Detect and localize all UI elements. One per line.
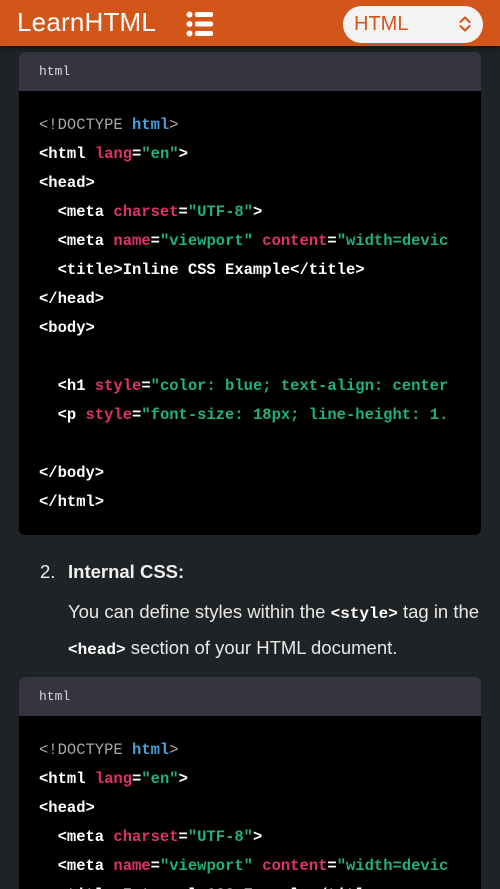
code-token: <meta — [39, 857, 114, 875]
code-token: = — [150, 232, 160, 250]
list-item-description: You can define styles within the <style>… — [68, 595, 488, 667]
code-token: charset — [113, 203, 179, 221]
code-token: </head> — [39, 290, 105, 308]
code-line: </body> — [39, 459, 481, 488]
code-token: name — [113, 857, 151, 875]
code-token: = — [178, 828, 188, 846]
list-item-title: Internal CSS: — [68, 561, 185, 582]
code-token: style — [94, 377, 142, 395]
code-token: content — [262, 857, 328, 875]
code-token: <meta — [39, 232, 114, 250]
code-token: = — [132, 406, 142, 424]
code-token: "width=devic — [336, 232, 449, 250]
code-token: = — [150, 857, 160, 875]
language-select-value: HTML — [354, 13, 409, 35]
site-logo[interactable]: LearnHTML — [17, 7, 156, 38]
code-token: <body> — [39, 319, 95, 337]
code-line: <h1 style="color: blue; text-align: cent… — [39, 372, 481, 401]
code-token: "UTF-8" — [187, 203, 253, 221]
code-token: <meta — [39, 828, 114, 846]
code-block-language-label: html — [19, 52, 481, 91]
inline-code: <head> — [68, 641, 126, 659]
code-token: "width=devic — [336, 857, 449, 875]
code-block-inline-css: html <!DOCTYPE html> <html lang="en"> <hea… — [19, 52, 481, 535]
list-item-number: 2. — [40, 561, 56, 582]
code-token: html — [132, 741, 170, 759]
code-token: = — [132, 145, 142, 163]
menu-button[interactable] — [186, 11, 214, 37]
code-token: <meta — [39, 203, 114, 221]
top-app-bar: LearnHTML HTML — [0, 0, 500, 46]
code-token: <head> — [39, 799, 95, 817]
code-line: <title>Internal CSS Example</title> — [39, 881, 481, 889]
code-token: <p — [39, 406, 86, 424]
code-token: <!DOCTYPE — [39, 116, 133, 134]
code-line: <html lang="en"> — [39, 765, 481, 794]
code-line: <html lang="en"> — [39, 140, 481, 169]
code-token: "viewport" — [159, 232, 263, 250]
code-line: <meta charset="UTF-8"> — [39, 823, 481, 852]
inline-code: <style> — [330, 605, 398, 623]
code-token: "en" — [141, 145, 179, 163]
code-token: > — [169, 116, 179, 134]
code-token: lang — [94, 770, 133, 788]
code-line: <title>Inline CSS Example</title> — [39, 256, 481, 285]
code-line: <head> — [39, 169, 481, 198]
code-token: <html — [39, 770, 95, 788]
code-token: = — [132, 770, 142, 788]
code-line: </html> — [39, 488, 481, 517]
code-token: lang — [94, 145, 133, 163]
code-token: "color: blue; text-align: center — [150, 377, 449, 395]
code-line: <meta name="viewport" content="width=dev… — [39, 852, 481, 881]
code-token: html — [132, 116, 170, 134]
code-block-content[interactable]: <!DOCTYPE html> <html lang="en"> <head> <m… — [19, 91, 481, 517]
code-token: name — [113, 232, 151, 250]
language-select[interactable]: HTML — [343, 6, 483, 43]
code-token: charset — [113, 828, 179, 846]
code-token: <h1 — [39, 377, 95, 395]
code-token: <title>Inline CSS Example</title> — [39, 261, 365, 279]
code-token: > — [252, 828, 263, 846]
code-line: <meta charset="UTF-8"> — [39, 198, 481, 227]
code-token: > — [178, 145, 188, 163]
code-token: content — [262, 232, 328, 250]
code-block-language-label: html — [19, 677, 481, 716]
code-line: <!DOCTYPE html> — [39, 736, 481, 765]
code-line: </head> — [39, 285, 481, 314]
code-token: = — [141, 377, 151, 395]
code-block-content[interactable]: <!DOCTYPE html> <html lang="en"> <head> <m… — [19, 716, 481, 889]
code-token: <!DOCTYPE — [39, 741, 133, 759]
code-line: <p style="font-size: 18px; line-height: … — [39, 401, 481, 430]
description-text: You can define styles within the — [68, 601, 331, 622]
code-token: = — [327, 857, 337, 875]
description-text: section of your HTML document. — [125, 637, 398, 658]
code-line: <head> — [39, 794, 481, 823]
code-token: "font-size: 18px; line-height: 1. — [141, 406, 449, 424]
code-line: <meta name="viewport" content="width=dev… — [39, 227, 481, 256]
code-token: </body> — [39, 464, 105, 482]
code-token: = — [327, 232, 337, 250]
description-text: tag in the — [397, 601, 480, 622]
code-token: "en" — [141, 770, 179, 788]
code-block-internal-css: html <!DOCTYPE html> <html lang="en"> <hea… — [19, 677, 481, 889]
code-token: > — [169, 741, 179, 759]
code-token: </html> — [39, 493, 105, 511]
list-menu-icon — [186, 11, 213, 37]
code-token: = — [178, 203, 188, 221]
code-token: "UTF-8" — [187, 828, 253, 846]
code-token: <html — [39, 145, 95, 163]
code-line: <body> — [39, 314, 481, 343]
code-token: "viewport" — [159, 857, 263, 875]
code-token: style — [85, 406, 133, 424]
chevron-up-down-icon — [459, 16, 471, 32]
code-token: > — [178, 770, 188, 788]
code-token: > — [252, 203, 263, 221]
code-line: <!DOCTYPE html> — [39, 111, 481, 140]
code-token: <head> — [39, 174, 95, 192]
